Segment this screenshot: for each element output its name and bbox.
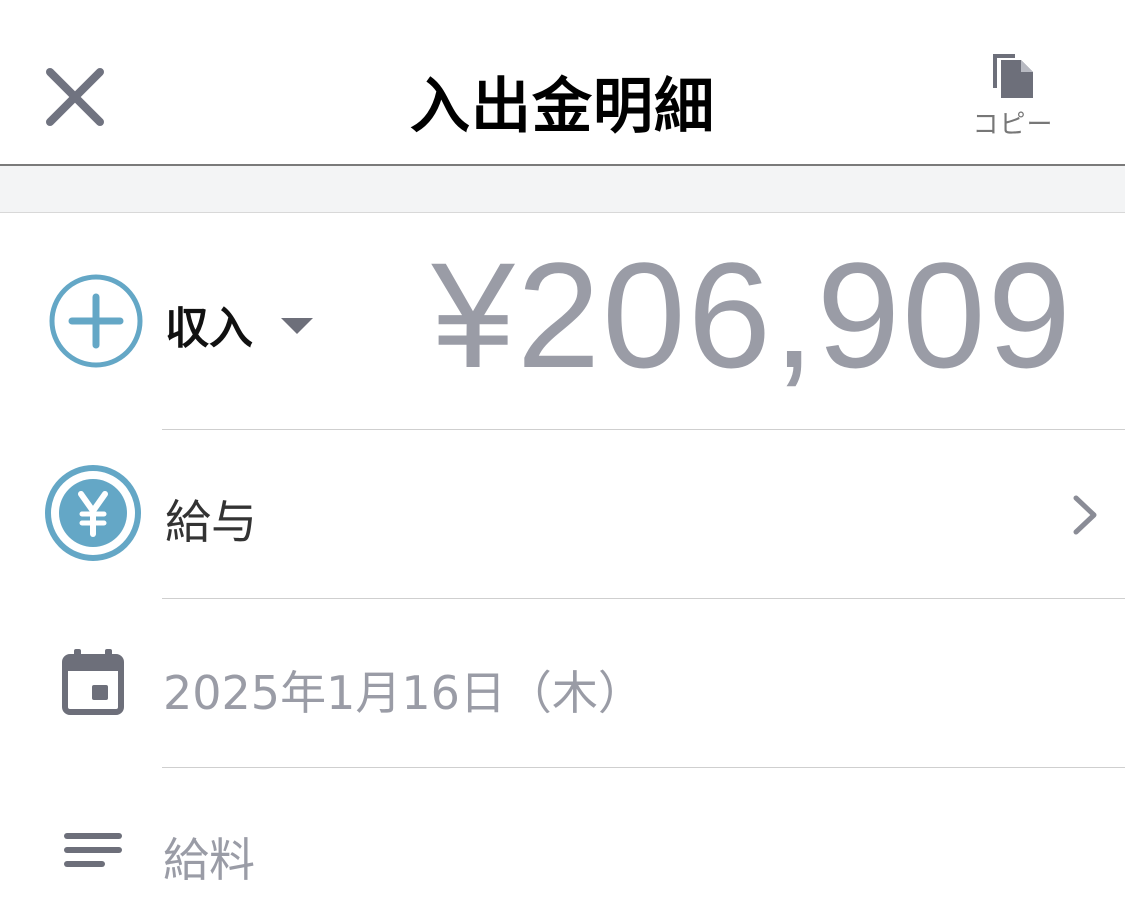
category-row[interactable]: 給与	[0, 430, 1125, 598]
date-label: 2025年1月16日（木）	[163, 666, 644, 720]
copy-button[interactable]: コピー	[958, 50, 1068, 150]
caret-down-icon	[281, 318, 313, 334]
amount-field[interactable]: ¥206,909	[431, 240, 1073, 390]
memo-row[interactable]: 給料	[0, 768, 1125, 916]
yen-circle-icon	[44, 464, 142, 566]
type-label: 収入	[165, 303, 253, 354]
copy-icon	[993, 54, 1033, 98]
copy-label: コピー	[972, 110, 1054, 140]
section-gap	[0, 166, 1125, 213]
plus-circle-icon[interactable]	[48, 273, 144, 373]
type-dropdown[interactable]: 収入	[165, 292, 313, 356]
category-label: 給与	[165, 495, 257, 549]
memo-lines-icon	[64, 832, 122, 876]
chevron-right-icon	[1070, 494, 1100, 540]
header-bar: 入出金明細 コピー	[0, 0, 1125, 166]
date-row[interactable]: 2025年1月16日（木）	[0, 599, 1125, 767]
calendar-icon	[62, 649, 124, 719]
page-title: 入出金明細	[410, 72, 715, 142]
memo-label: 給料	[163, 833, 255, 887]
